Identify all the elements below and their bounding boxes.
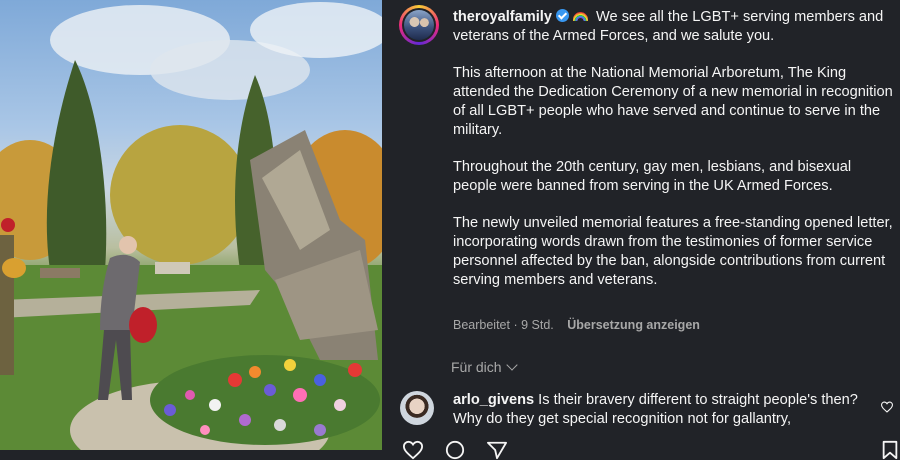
- comment-username[interactable]: arlo_givens: [453, 392, 534, 408]
- for-you-label: Für dich: [451, 359, 502, 375]
- for-you-dropdown[interactable]: Für dich: [451, 359, 518, 375]
- chevron-down-icon: [505, 359, 518, 371]
- post-meta: Bearbeitet · 9 Std. Übersetzung anzeigen: [453, 318, 700, 332]
- caption-paragraph-3: The newly unveiled memorial features a f…: [453, 215, 893, 288]
- share-icon[interactable]: [486, 440, 508, 460]
- edited-label: Bearbeitet: [453, 318, 510, 332]
- post-caption: theroyalfamily We see all the LGBT+ serv…: [453, 8, 893, 308]
- rainbow-emoji-icon: [572, 12, 588, 21]
- translate-button[interactable]: Übersetzung anzeigen: [567, 318, 700, 332]
- caption-paragraph-1-end: military.: [453, 122, 503, 138]
- post-panel: theroyalfamily We see all the LGBT+ serv…: [382, 0, 900, 460]
- meta-separator: ·: [509, 318, 522, 332]
- like-heart-icon[interactable]: [402, 440, 424, 460]
- account-avatar[interactable]: [399, 5, 439, 45]
- avatar-image: [404, 10, 434, 40]
- post-time[interactable]: 9 Std.: [521, 318, 554, 332]
- post-photo[interactable]: [0, 0, 382, 450]
- post-username[interactable]: theroyalfamily: [453, 9, 552, 25]
- heart-icon[interactable]: [880, 401, 894, 413]
- caption-paragraph-2: Throughout the 20th century, gay men, le…: [453, 159, 852, 194]
- bookmark-icon[interactable]: [880, 440, 900, 460]
- caption-paragraph-1: This afternoon at the National Memorial …: [453, 65, 893, 119]
- memorial-ceremony-image: [0, 2, 382, 450]
- comment: arlo_givens Is their bravery different t…: [453, 391, 863, 429]
- comment-avatar[interactable]: [400, 391, 434, 425]
- action-bar: [400, 440, 900, 460]
- comment-icon[interactable]: [444, 440, 466, 460]
- verified-badge-icon: [555, 9, 569, 22]
